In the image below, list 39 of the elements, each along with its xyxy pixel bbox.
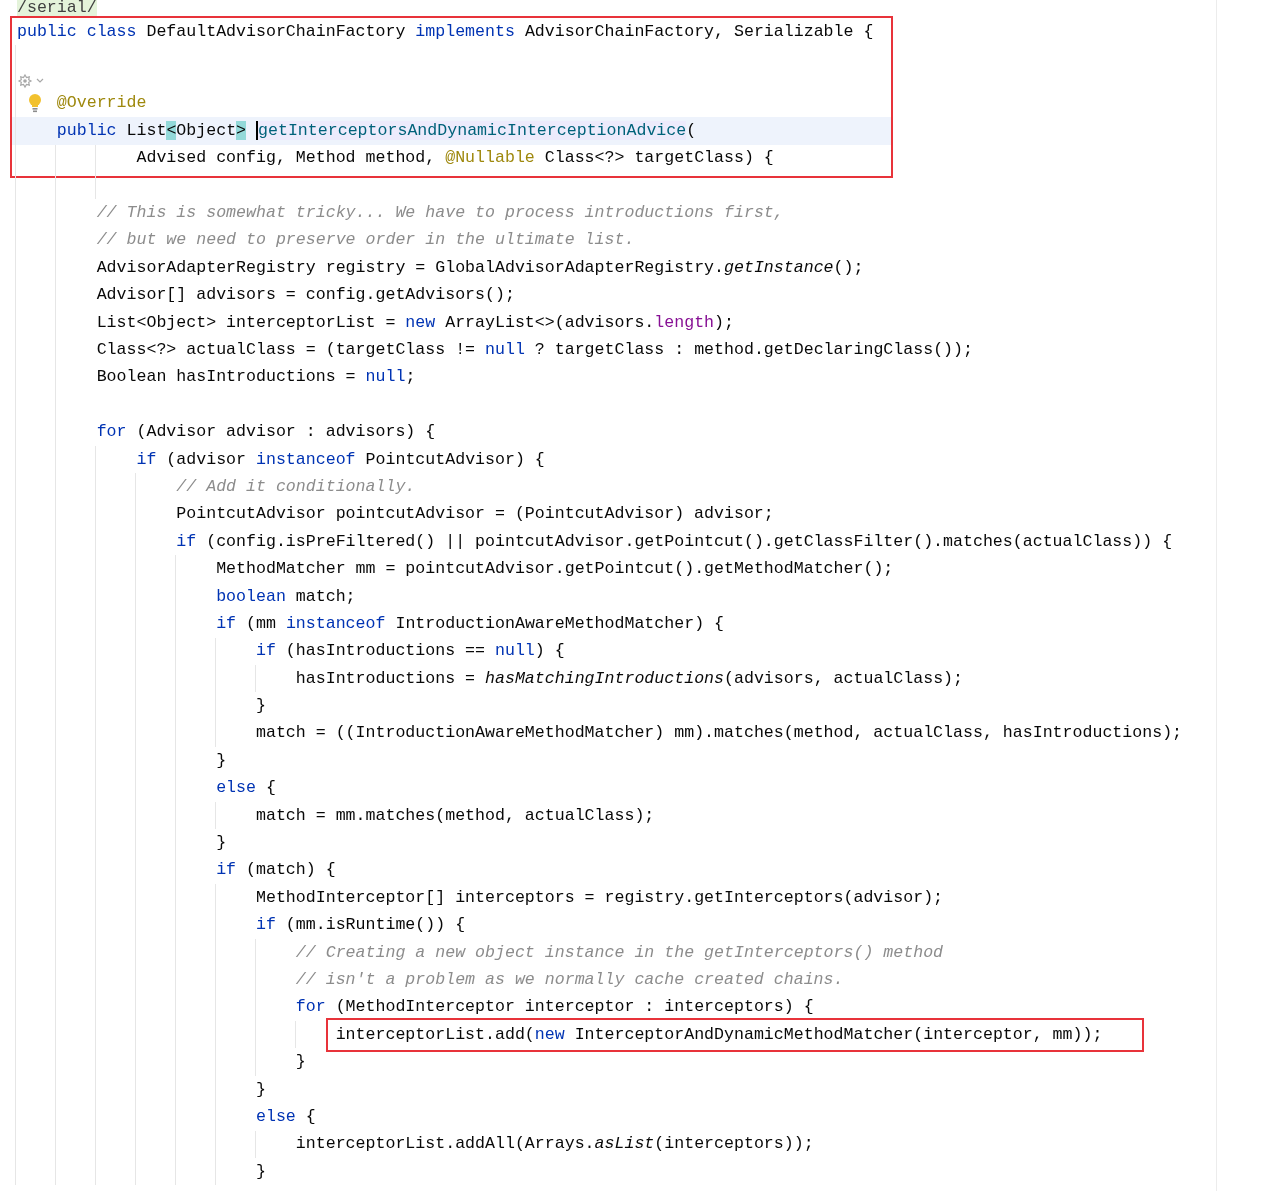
code-line: Advisor[] advisors = config.getAdvisors(); <box>96 285 515 306</box>
code-line: } <box>256 1161 266 1182</box>
code-line: } <box>216 833 227 853</box>
code-line: // Add it conditionally. <box>176 476 416 497</box>
code-line: Class<?> actualClass = (targetClass != null ? targetClass : method.getDeclaringClass()); <box>96 340 973 360</box>
code-line: boolean match; <box>216 586 356 607</box>
code-line: if (advisor instanceof PointcutAdvisor) { <box>136 449 545 470</box>
code-line: match = mm.matches(method, actualClass); <box>256 805 655 826</box>
code-line: else { <box>256 1106 316 1127</box>
code-line: } <box>256 696 266 717</box>
code-line: // This is somewhat tricky... We have to process introductions first, <box>96 203 784 224</box>
code-line: interceptorList.addAll(Arrays.asList(interceptors)); <box>295 1134 814 1155</box>
code-line: if (match) { <box>216 860 336 881</box>
code-line: match = ((IntroductionAwareMethodMatcher) mm).matches(method, actualClass, hasIntroductions); <box>256 723 1183 744</box>
cog-chevron-icon[interactable] <box>17 73 45 90</box>
code-line: // but we need to preserve order in the ultimate list. <box>96 230 635 251</box>
lightbulb-icon[interactable] <box>28 92 42 113</box>
code-line: PointcutAdvisor pointcutAdvisor = (PointcutAdvisor) advisor; <box>176 504 774 525</box>
code-line: for (MethodInterceptor interceptor : interceptors) { <box>295 997 814 1018</box>
code-line: Advised config, Method method, @Nullable Class<?> targetClass) { <box>136 148 774 169</box>
code-line: } <box>295 1052 306 1073</box>
code-line: if (config.isPreFiltered() || pointcutAdvisor.getPointcut().getClassFilter().matches(actualClass)) { <box>176 531 1173 552</box>
code-line: } <box>216 750 227 771</box>
code-line: hasIntroductions = hasMatchingIntroductions(advisors, actualClass); <box>295 668 963 689</box>
code-line: for (Advisor advisor : advisors) { <box>96 422 436 443</box>
code-line: if (mm instanceof IntroductionAwareMethodMatcher) { <box>216 613 725 634</box>
code-line: @Override <box>56 93 147 114</box>
code-line: public class DefaultAdvisorChainFactory implements AdvisorChainFactory, Serializable { <box>17 21 874 42</box>
code-line: MethodInterceptor[] interceptors = registry.getInterceptors(advisor); <box>256 887 944 908</box>
code-line: // isn't a problem as we normally cache created chains. <box>295 969 844 990</box>
code-line: // Creating a new object instance in the getInterceptors() method <box>295 942 944 963</box>
code-line: MethodMatcher mm = pointcutAdvisor.getPointcut().getMethodMatcher(); <box>216 559 894 580</box>
code-line: if (mm.isRuntime()) { <box>256 915 466 936</box>
code-line: AdvisorAdapterRegistry registry = GlobalAdvisorAdapterRegistry.getInstance(); <box>96 257 864 278</box>
code-line: if (hasIntroductions == null) { <box>256 641 565 662</box>
code-line: else { <box>216 778 276 799</box>
code-line: Boolean hasIntroductions = null; <box>96 367 416 388</box>
code-line: } <box>256 1079 266 1100</box>
code-line: List<Object> interceptorList = new ArrayList<>(advisors.length); <box>96 312 734 333</box>
